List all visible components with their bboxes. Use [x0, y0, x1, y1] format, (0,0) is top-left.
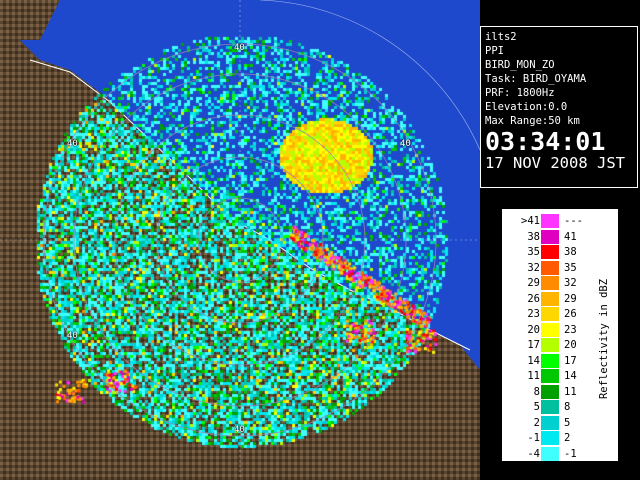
legend-lower-bound: -4: [527, 447, 540, 460]
legend-row: 25: [502, 415, 602, 431]
legend-upper-bound: 14: [564, 370, 577, 382]
legend-upper-bound: 32: [564, 277, 577, 289]
legend-axis-label: Reflectivity in dBZ: [594, 229, 614, 449]
legend-color-swatch: [541, 415, 559, 430]
legend-lower-bound: 14: [527, 354, 540, 367]
range-label-south: 40: [234, 425, 245, 435]
product-name: BIRD_MON_ZO: [485, 59, 555, 71]
legend-color-swatch: [541, 214, 559, 228]
legend-upper-bound: 11: [564, 385, 577, 398]
legend-color-swatch: [541, 307, 559, 321]
legend-row: 8 11: [502, 384, 602, 400]
legend-lower-bound: 23: [527, 308, 540, 320]
legend-lower-bound: 32: [527, 261, 540, 274]
elevation-value: Elevation:0.0: [485, 101, 568, 113]
legend-color-swatch: [541, 260, 559, 275]
legend-row: 29 32: [502, 275, 602, 291]
legend-color-swatch: [541, 384, 559, 399]
legend-lower-bound: 29: [527, 277, 540, 289]
legend-color-swatch: [541, 229, 559, 244]
legend-row: 23 26: [502, 306, 602, 322]
legend-row: 17 20: [502, 337, 602, 353]
legend-lower-bound: 11: [527, 370, 540, 382]
legend-color-swatch: [541, 446, 559, 461]
legend-lower-bound: 8: [533, 385, 540, 398]
legend-row: >41 ---: [502, 213, 602, 229]
legend-color-swatch: [541, 369, 559, 383]
legend-lower-bound: 5: [533, 401, 540, 413]
legend-lower-bound: 20: [527, 323, 540, 336]
legend-color-swatch: [541, 291, 559, 306]
legend-row: 35 38: [502, 244, 602, 260]
legend-lower-bound: 35: [527, 246, 540, 258]
legend-lower-bound: 38: [527, 230, 540, 243]
scan-time: 03:34:01: [485, 127, 606, 156]
legend-upper-bound: -1: [564, 447, 577, 460]
range-label-east: 40: [400, 139, 411, 149]
legend-lower-bound: -1: [527, 432, 540, 444]
reflectivity-legend: >41 --- 38 41 35 38 32 35 29 32 26 29 23 26 20 23 17 20 14…: [501, 208, 619, 462]
legend-color-swatch: [541, 245, 559, 259]
range-label-west: 40: [67, 139, 78, 149]
legend-row: 58: [502, 399, 602, 415]
legend-upper-bound: 2: [564, 432, 571, 444]
legend-lower-bound: 26: [527, 292, 540, 305]
radar-info-panel: ilts2 PPI BIRD_MON_ZO Task: BIRD_OYAMA P…: [480, 26, 638, 188]
task-name: Task: BIRD_OYAMA: [485, 73, 587, 85]
legend-color-swatch: [541, 338, 559, 352]
legend-upper-bound: 8: [564, 401, 571, 413]
legend-axis-text: Reflectivity in dBZ: [598, 278, 610, 400]
legend-lower-bound: 2: [533, 416, 540, 429]
range-label-north: 40: [234, 43, 245, 53]
legend-row: 20 23: [502, 322, 602, 338]
outer-range-arc: [259, 0, 480, 151]
max-range-value: Max Range:50 km: [485, 115, 580, 127]
legend-row: 26 29: [502, 291, 602, 307]
legend-upper-bound: 29: [564, 292, 577, 305]
product-type: PPI: [485, 45, 504, 57]
prf-value: PRF: 1800Hz: [485, 87, 555, 99]
legend-upper-bound: 23: [564, 323, 577, 336]
legend-upper-bound: 17: [564, 354, 577, 367]
legend-color-swatch: [541, 431, 559, 445]
legend-color-swatch: [541, 400, 559, 414]
legend-upper-bound: 5: [564, 416, 571, 429]
legend-lower-bound: >41: [521, 215, 540, 227]
legend-upper-bound: 26: [564, 308, 577, 320]
legend-upper-bound: 20: [564, 339, 577, 351]
legend-row: 14 17: [502, 353, 602, 369]
legend-upper-bound: 41: [564, 230, 577, 243]
legend-upper-bound: 38: [564, 246, 577, 258]
range-rings: [0, 0, 480, 480]
legend-color-swatch: [541, 276, 559, 290]
legend-row: 32 35: [502, 260, 602, 276]
legend-lower-bound: 17: [527, 339, 540, 351]
legend-color-swatch: [541, 322, 559, 337]
legend-row: 11 14: [502, 368, 602, 384]
legend-row: -1 2: [502, 430, 602, 446]
scan-date: 17 NOV 2008 JST: [485, 154, 625, 172]
legend-upper-bound: ---: [564, 215, 583, 227]
legend-color-swatch: [541, 353, 559, 368]
legend-upper-bound: 35: [564, 261, 577, 274]
radar-ppi-view[interactable]: 40 40 40 40 40: [0, 0, 480, 480]
legend-row: 38 41: [502, 229, 602, 245]
site-name: ilts2: [485, 31, 517, 43]
range-label-southwest: 40: [67, 331, 78, 341]
legend-row: -4 -1: [502, 446, 602, 462]
